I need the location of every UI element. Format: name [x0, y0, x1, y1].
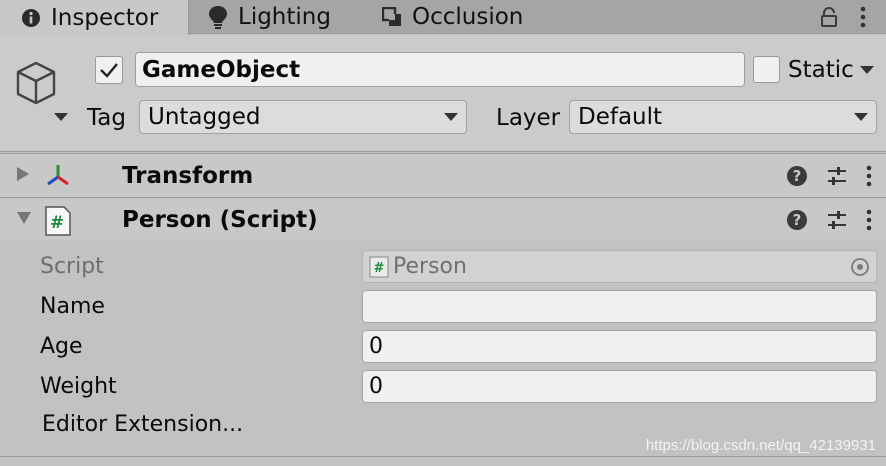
tab-label: Lighting [238, 4, 331, 30]
help-icon[interactable]: ? [786, 209, 808, 231]
tab-inspector[interactable]: Inspector [0, 0, 189, 35]
component-title: Person (Script) [122, 206, 318, 233]
name-label: Name [40, 294, 105, 319]
weight-field[interactable]: 0 [362, 370, 877, 403]
component-person-script[interactable]: # Person (Script) ? [0, 197, 886, 241]
more-options-icon[interactable] [866, 165, 872, 187]
gameobject-header: GameObject Static Tag Untagged Layer Def… [0, 35, 886, 152]
active-checkbox[interactable] [95, 56, 123, 84]
layer-label: Layer [496, 105, 561, 131]
editor-extension-label: Editor Extension... [42, 412, 244, 437]
watermark: https://blog.csdn.net/qq_42139931 [645, 437, 876, 454]
static-dropdown[interactable]: Static [788, 57, 874, 83]
object-picker-icon[interactable] [850, 257, 870, 277]
lightbulb-icon [208, 5, 228, 29]
component-transform[interactable]: Transform ? [0, 153, 886, 197]
chevron-down-icon [444, 113, 458, 121]
tab-label: Inspector [51, 4, 159, 31]
chevron-down-icon [854, 113, 868, 121]
tab-lighting[interactable]: Lighting [208, 0, 331, 34]
divider [0, 456, 886, 466]
script-value: Person [393, 254, 467, 279]
tag-value: Untagged [148, 104, 261, 130]
component-actions: ? [786, 165, 872, 187]
static-checkbox[interactable] [753, 56, 780, 83]
preset-icon[interactable] [826, 209, 848, 231]
expand-arrow-icon[interactable] [16, 166, 30, 186]
script-label: Script [40, 254, 104, 279]
static-label: Static [788, 57, 854, 83]
more-options-icon[interactable] [860, 6, 866, 28]
gameobject-name-field[interactable]: GameObject [135, 52, 745, 87]
lock-icon[interactable] [820, 7, 838, 27]
more-options-icon[interactable] [866, 209, 872, 231]
tab-label: Occlusion [412, 4, 524, 30]
name-field[interactable] [362, 290, 877, 323]
script-icon: # [44, 206, 72, 236]
age-field[interactable]: 0 [362, 330, 877, 363]
chevron-down-icon [859, 66, 874, 74]
layer-value: Default [578, 104, 663, 130]
svg-text:?: ? [793, 211, 802, 229]
preset-icon[interactable] [826, 165, 848, 187]
layer-dropdown[interactable]: Default [569, 100, 877, 134]
help-icon[interactable]: ? [786, 165, 808, 187]
script-icon: # [369, 256, 389, 278]
occlusion-icon [382, 7, 402, 27]
tab-occlusion[interactable]: Occlusion [382, 0, 523, 34]
component-actions: ? [786, 209, 872, 231]
info-icon [21, 8, 41, 28]
tag-label: Tag [87, 105, 126, 131]
gameobject-icon[interactable] [14, 55, 74, 125]
age-label: Age [40, 334, 83, 359]
svg-text:#: # [50, 213, 64, 233]
script-field[interactable]: # Person [362, 250, 877, 283]
transform-icon [44, 162, 72, 190]
collapse-arrow-icon[interactable] [16, 210, 32, 229]
svg-text:#: # [374, 261, 385, 276]
svg-text:?: ? [793, 167, 802, 185]
tab-bar-actions [820, 0, 886, 34]
weight-label: Weight [40, 374, 117, 399]
component-title: Transform [122, 162, 254, 189]
tag-dropdown[interactable]: Untagged [139, 100, 467, 134]
tab-bar: Inspector Lighting Occlusion [0, 0, 886, 35]
